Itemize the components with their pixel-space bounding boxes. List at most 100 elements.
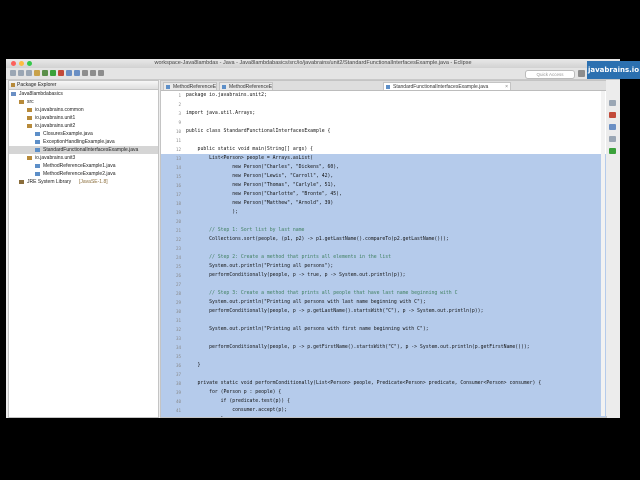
package-explorer-tab[interactable]: Package Explorer — [9, 81, 158, 90]
tree-item-label: io.javabrains.unit1 — [35, 115, 76, 121]
code-line[interactable]: 33 — [161, 334, 606, 343]
open-type-icon[interactable] — [74, 70, 80, 76]
code-line[interactable]: 13 List<Person> people = Arrays.asList( — [161, 154, 606, 163]
code-line[interactable]: 34 performConditionally(people, p -> p.g… — [161, 343, 606, 352]
build-icon[interactable] — [34, 70, 40, 76]
tree-item[interactable]: src — [9, 98, 158, 106]
code-line[interactable]: 24 // Step 2: Create a method that print… — [161, 253, 606, 262]
code-line[interactable]: 16 new Person("Thomas", "Carlyle", 51), — [161, 181, 606, 190]
outline-icon[interactable] — [609, 100, 616, 106]
line-number: 35 — [175, 354, 181, 359]
code-text: new Person("Matthew", "Arnold", 39) — [186, 201, 334, 206]
tree-item[interactable]: io.javabrains.unit1 — [9, 114, 158, 122]
close-tab-icon[interactable]: × — [505, 83, 508, 90]
editor-tab[interactable]: StandardFunctionalInterfacesExample.java… — [383, 82, 511, 90]
code-line[interactable]: 38 private static void performConditiona… — [161, 379, 606, 388]
code-line[interactable]: 29 System.out.println("Printing all pers… — [161, 298, 606, 307]
print-icon[interactable] — [26, 70, 32, 76]
code-editor[interactable]: 1 package io.javabrains.unit2; 2 3 import ja… — [161, 91, 606, 417]
line-number: 18 — [175, 201, 181, 206]
console-icon[interactable] — [609, 148, 616, 154]
code-line[interactable]: 23 — [161, 244, 606, 253]
tree-item[interactable]: Java8lambdabasics — [9, 90, 158, 98]
javadoc-icon[interactable] — [609, 124, 616, 130]
code-line[interactable]: 36 } — [161, 361, 606, 370]
debug-icon[interactable] — [42, 70, 48, 76]
editor-tab-label: MethodReferenceExample2.java — [229, 84, 273, 90]
line-number: 1 — [178, 93, 181, 98]
code-line[interactable]: 9 — [161, 118, 606, 127]
code-line[interactable]: 25 System.out.println("Printing all pers… — [161, 262, 606, 271]
code-line[interactable]: 27 — [161, 280, 606, 289]
code-line[interactable]: 19 ); — [161, 208, 606, 217]
code-line[interactable]: 15 new Person("Lewis", "Carroll", 42), — [161, 172, 606, 181]
code-line[interactable]: 31 — [161, 316, 606, 325]
save-icon[interactable] — [18, 70, 24, 76]
editor-tabs: MethodReferenceExample1.java MethodRefere… — [161, 81, 606, 91]
title-bar: workspace-Java8lambdas - Java - Java8lam… — [6, 59, 620, 68]
line-number: 40 — [175, 399, 181, 404]
search-icon[interactable] — [82, 70, 88, 76]
code-line[interactable]: 40 if (predicate.test(p)) { — [161, 397, 606, 406]
code-line[interactable]: 37 — [161, 370, 606, 379]
line-number: 20 — [175, 219, 181, 224]
tree-item[interactable]: io.javabrains.unit3 — [9, 154, 158, 162]
code-line[interactable]: 2 — [161, 100, 606, 109]
code-line[interactable]: 41 consumer.accept(p); — [161, 406, 606, 415]
tree-item-label: src — [27, 99, 34, 105]
code-text: System.out.println("Printing all persons… — [186, 327, 429, 332]
source-folder-icon — [19, 100, 24, 104]
code-line[interactable]: 14 new Person("Charles", "Dickens", 60), — [161, 163, 606, 172]
tree-item[interactable]: MethodReferenceExample1.java — [9, 162, 158, 170]
new-icon[interactable] — [10, 70, 16, 76]
code-line[interactable]: 20 — [161, 217, 606, 226]
tree-item[interactable]: JRE System Library [JavaSE-1.8] — [9, 178, 158, 186]
back-icon[interactable] — [90, 70, 96, 76]
code-text: ); — [186, 210, 238, 215]
run-icon[interactable] — [50, 70, 56, 76]
code-text: package io.javabrains.unit2; — [186, 93, 267, 98]
code-line[interactable]: 1 package io.javabrains.unit2; — [161, 91, 606, 100]
line-number: 9 — [178, 120, 181, 125]
new-java-class-icon[interactable] — [66, 70, 72, 76]
package-explorer-icon — [11, 83, 15, 87]
code-line[interactable]: 18 new Person("Matthew", "Arnold", 39) — [161, 199, 606, 208]
problems-icon[interactable] — [609, 112, 616, 118]
tree-item[interactable]: io.javabrains.unit2 — [9, 122, 158, 130]
tree-item[interactable]: ExceptionHandlingExample.java — [9, 138, 158, 146]
open-perspective-icon[interactable] — [578, 70, 585, 77]
code-text: performConditionally(people, p -> true, … — [186, 273, 406, 278]
code-text: System.out.println("Printing all persons… — [186, 300, 426, 305]
quick-access-field[interactable]: Quick Access — [525, 70, 575, 79]
tree-item[interactable]: StandardFunctionalInterfacesExample.java — [9, 146, 158, 154]
code-text: new Person("Thomas", "Carlyle", 51), — [186, 183, 337, 188]
code-line[interactable]: 32 System.out.println("Printing all pers… — [161, 325, 606, 334]
code-line[interactable]: 22 Collections.sort(people, (p1, p2) -> … — [161, 235, 606, 244]
forward-icon[interactable] — [98, 70, 104, 76]
code-line[interactable]: 30 performConditionally(people, p -> p.g… — [161, 307, 606, 316]
code-line[interactable]: 11 — [161, 136, 606, 145]
code-line[interactable]: 28 // Step 3: Create a method that print… — [161, 289, 606, 298]
editor-tab[interactable]: MethodReferenceExample1.java — [163, 82, 217, 90]
editor-tab[interactable]: MethodReferenceExample2.java — [219, 82, 273, 90]
code-line[interactable]: 3 import java.util.Arrays; — [161, 109, 606, 118]
overview-ruler[interactable] — [601, 91, 605, 416]
declaration-icon[interactable] — [609, 136, 616, 142]
code-line[interactable]: 17 new Person("Charlotte", "Bronte", 45)… — [161, 190, 606, 199]
java-file-icon — [35, 140, 40, 144]
java-file-icon — [386, 85, 390, 89]
code-text: System.out.println("Printing all persons… — [186, 264, 334, 269]
tree-item-label: ExceptionHandlingExample.java — [43, 139, 115, 145]
tree-item[interactable]: io.javabrains.common — [9, 106, 158, 114]
code-line[interactable]: 12 public static void main(String[] args… — [161, 145, 606, 154]
code-line[interactable]: 39 for (Person p : people) { — [161, 388, 606, 397]
code-line[interactable]: 21 // Step 1: Sort list by last name — [161, 226, 606, 235]
line-number: 2 — [178, 102, 181, 107]
code-line[interactable]: 35 — [161, 352, 606, 361]
stop-icon[interactable] — [58, 70, 64, 76]
code-line[interactable]: 26 performConditionally(people, p -> tru… — [161, 271, 606, 280]
tree-item[interactable]: MethodReferenceExample2.java — [9, 170, 158, 178]
tree-item[interactable]: ClosuresExample.java — [9, 130, 158, 138]
code-line[interactable]: 42 } — [161, 415, 606, 417]
code-line[interactable]: 10 public class StandardFunctionalInterfa… — [161, 127, 606, 136]
